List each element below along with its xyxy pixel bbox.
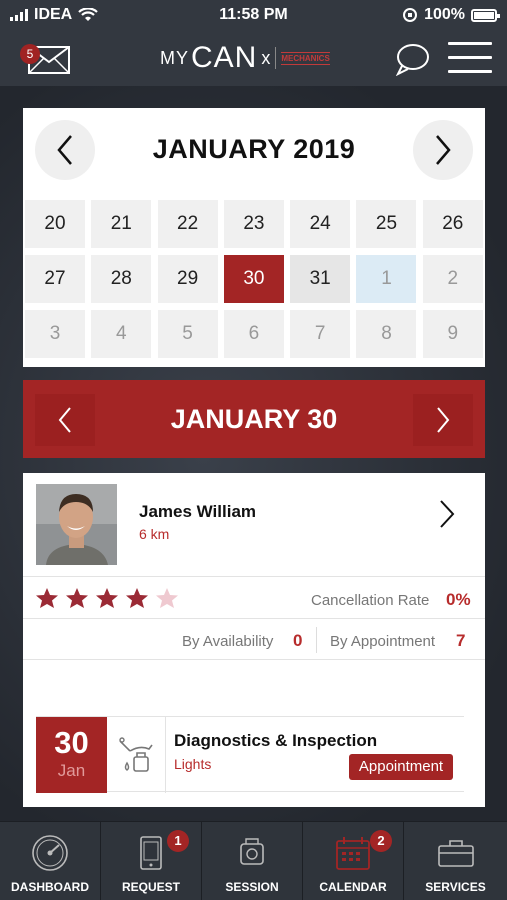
tab-calendar[interactable]: 2 CALENDAR — [303, 822, 404, 900]
calendar-day[interactable]: 6 — [223, 310, 284, 358]
rating-row: Cancellation Rate 0% — [23, 576, 485, 618]
calendar-day[interactable]: 27 — [25, 255, 85, 303]
avatar — [36, 484, 117, 565]
calendar-day[interactable]: 29 — [157, 255, 218, 303]
tab-session[interactable]: SESSION — [202, 822, 303, 900]
appointment-title: Diagnostics & Inspection — [174, 731, 378, 750]
calendar-badge: 2 — [370, 830, 392, 852]
calendar-icon — [336, 837, 370, 870]
calendar-day[interactable]: 28 — [91, 255, 152, 303]
mechanic-name[interactable]: James William — [139, 502, 256, 522]
chat-icon[interactable] — [394, 42, 430, 76]
appointment-month: Jan — [57, 761, 86, 780]
calendar-day[interactable]: 2 — [422, 255, 483, 303]
star-filled-icon — [36, 588, 58, 608]
app-header: 5 MY CAN x MECHANICS — [0, 30, 507, 86]
booking-stats-row: By Availability 0 By Appointment 7 — [23, 618, 485, 660]
calendar-day[interactable]: 31 — [290, 255, 351, 303]
appointment-badge: Appointment — [349, 754, 453, 780]
calendar-day[interactable]: 21 — [91, 200, 152, 248]
calendar-day[interactable]: 23 — [223, 200, 284, 248]
menu-icon[interactable] — [448, 42, 492, 76]
engine-icon — [240, 838, 264, 865]
by-availability-label: By Availability — [182, 633, 274, 650]
tab-services[interactable]: SERVICES — [404, 822, 507, 900]
calendar-day[interactable]: 26 — [422, 200, 483, 248]
calendar-day[interactable]: 22 — [157, 200, 218, 248]
mechanic-card: James William 6 km Cancellation Rate 0% … — [23, 473, 485, 807]
appointment-date: 30 Jan — [36, 717, 107, 793]
divider — [316, 627, 317, 653]
selected-date-bar: JANUARY 30 — [23, 380, 485, 458]
app-logo: MY CAN x MECHANICS — [160, 41, 330, 74]
battery-percent: 100% — [424, 6, 465, 23]
cancellation-rate-label: Cancellation Rate — [311, 592, 430, 609]
cancellation-rate-value: 0% — [446, 590, 471, 609]
calendar-day[interactable]: 7 — [290, 310, 351, 358]
by-appointment-label: By Appointment — [330, 633, 436, 650]
calendar-day[interactable]: 4 — [91, 310, 152, 358]
oil-can-icon — [119, 737, 153, 772]
calendar-day[interactable]: 24 — [290, 200, 351, 248]
rating-stars — [35, 587, 179, 609]
battery-icon — [471, 8, 500, 22]
calendar-day[interactable]: 5 — [157, 310, 218, 358]
status-bar: IDEA 11:58 PM 100% — [0, 0, 507, 30]
brand-mark: MECHANICS — [281, 51, 330, 65]
calendar-grid: 20 21 22 23 24 25 26 27 28 29 30 31 1 2 3 4 5 6 7 8 9 — [25, 200, 485, 358]
chevron-right-icon — [436, 135, 451, 165]
calendar-day[interactable]: 3 — [25, 310, 85, 358]
request-badge: 1 — [167, 830, 189, 852]
calendar-day[interactable]: 30 — [223, 255, 284, 303]
appointment-day: 30 — [54, 725, 89, 760]
mechanic-distance: 6 km — [139, 526, 170, 542]
tab-dashboard[interactable]: DASHBOARD — [0, 822, 101, 900]
bottom-tab-bar: DASHBOARD 1 REQUEST SESSION 2 CALENDAR S… — [0, 821, 507, 900]
chevron-right-icon[interactable] — [439, 499, 455, 529]
calendar-day[interactable]: 8 — [356, 310, 417, 358]
appointment-subtitle: Lights — [174, 756, 212, 772]
star-filled-icon — [96, 588, 118, 608]
next-month-button[interactable] — [413, 120, 473, 180]
star-empty-icon — [156, 588, 178, 608]
tab-request[interactable]: 1 REQUEST — [101, 822, 202, 900]
chevron-right-icon — [437, 407, 450, 433]
orientation-lock-icon — [403, 8, 418, 22]
calendar-day[interactable]: 9 — [422, 310, 483, 358]
by-availability-value: 0 — [293, 631, 303, 650]
calendar-card: JANUARY 2019 20 21 22 23 24 25 26 27 28 29 30 31 1 2 3… — [23, 108, 485, 367]
phone-request-icon — [140, 836, 162, 870]
calendar-day[interactable]: 25 — [356, 200, 417, 248]
mail-badge: 5 — [20, 44, 40, 64]
toolbox-icon — [437, 840, 474, 867]
by-appointment-value: 7 — [456, 631, 466, 650]
star-filled-icon — [66, 588, 88, 608]
appointment-item[interactable]: 30 Jan Diagnostics & Inspection Lights A… — [36, 716, 464, 793]
star-filled-icon — [126, 588, 148, 608]
calendar-day[interactable]: 1 — [356, 255, 417, 303]
speedometer-icon — [32, 835, 68, 871]
calendar-day[interactable]: 20 — [25, 200, 85, 248]
next-day-button[interactable] — [413, 394, 473, 446]
